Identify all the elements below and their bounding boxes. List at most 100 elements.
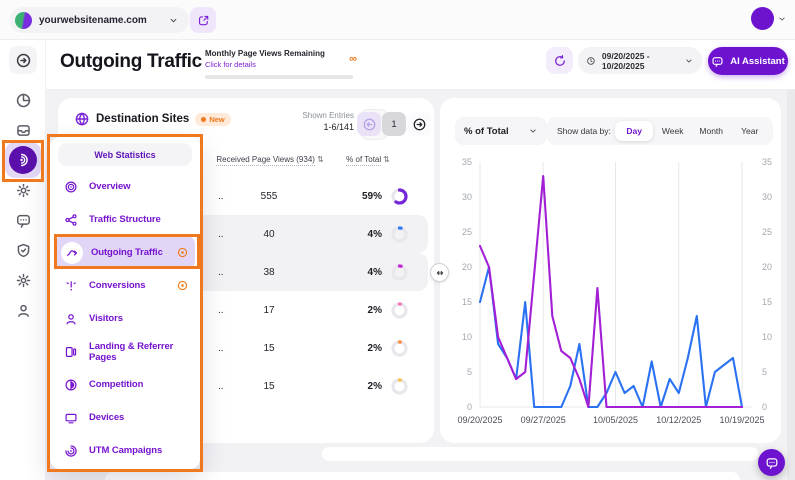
menu-list: Overview Traffic Structure Outgoing Traffi… (55, 170, 195, 467)
menu-item-visitors[interactable]: Visitors (55, 302, 195, 335)
menu-item-devices[interactable]: Devices (55, 401, 195, 434)
metric-selector[interactable]: % of Total (455, 117, 547, 145)
page-title: Outgoing Traffic (60, 51, 202, 73)
svg-text:35: 35 (762, 157, 772, 167)
website-name: yourwebsitename.com (39, 15, 147, 26)
percent-donut (390, 339, 409, 358)
svg-text:0: 0 (762, 402, 767, 412)
svg-text:5: 5 (467, 367, 472, 377)
goals-icon (15, 182, 32, 199)
svg-text:35: 35 (462, 157, 472, 167)
next-section-preview (105, 472, 740, 480)
percent-donut (390, 377, 409, 396)
svg-text:25: 25 (462, 227, 472, 237)
user-menu[interactable] (751, 7, 787, 30)
pct-of-total: 4% (328, 267, 382, 278)
rail-item-messages[interactable] (9, 206, 37, 234)
menu-item-competition[interactable]: Competition (55, 368, 195, 401)
rail-item-security[interactable] (9, 236, 37, 264)
rail-item-account[interactable] (9, 296, 37, 324)
menu-item-label: Traffic Structure (89, 214, 161, 225)
expand-sidebar-icon (15, 52, 32, 69)
menu-item-traffic-structure[interactable]: Traffic Structure (55, 203, 195, 236)
pct-of-total: 59% (328, 191, 382, 202)
rail-item-inbox[interactable] (9, 116, 37, 144)
column-received-page-views[interactable]: Received Page Views (934)⇅ (208, 155, 332, 164)
rail-item-statistics[interactable] (9, 86, 37, 114)
period-option-day[interactable]: Day (615, 121, 654, 141)
avatar (751, 7, 774, 30)
account-icon (15, 302, 32, 319)
open-website-button[interactable] (190, 7, 216, 33)
chart-panel: 09/20/202509/27/202510/05/202510/12/2025… (440, 98, 781, 443)
menu-item-label: Overview (89, 181, 130, 192)
support-chat-button[interactable] (758, 449, 785, 476)
svg-text:30: 30 (762, 192, 772, 202)
scrollbar[interactable] (787, 90, 795, 480)
menu-item-label: Competition (89, 379, 143, 390)
svg-text:09/20/2025: 09/20/2025 (457, 415, 502, 425)
conversions-icon (61, 276, 81, 296)
menu-header: Web Statistics (58, 143, 192, 166)
percent-donut (390, 301, 409, 320)
column-pct-of-total[interactable]: % of Total⇅ (334, 155, 402, 164)
topbar: yourwebsitename.com (0, 0, 795, 40)
overview-icon (61, 177, 81, 197)
chevron-down-icon (168, 15, 179, 26)
current-page[interactable]: 1 (382, 112, 406, 136)
received-page-views: 15 (210, 381, 328, 392)
quota-details-link[interactable]: Click for details (205, 60, 355, 69)
chevron-down-icon (684, 55, 694, 67)
next-page-button[interactable] (407, 112, 431, 136)
shown-entries: Shown Entries 1-6/141 (302, 111, 354, 132)
received-page-views: 40 (210, 229, 328, 240)
period-option-year[interactable]: Year (730, 121, 769, 141)
received-page-views: 555 (210, 191, 328, 202)
period-option-week[interactable]: Week (653, 121, 692, 141)
sort-icon: ⇅ (383, 155, 390, 164)
svg-text:09/27/2025: 09/27/2025 (521, 415, 566, 425)
rail-item-expand-sidebar[interactable] (9, 46, 37, 74)
date-range-picker[interactable]: 09/20/2025 - 10/20/2025 (578, 47, 702, 74)
rail-item-settings[interactable] (9, 266, 37, 294)
panel-resize-handle[interactable] (430, 263, 449, 282)
line-chart: 09/20/202509/27/202510/05/202510/12/2025… (440, 98, 781, 443)
received-page-views: 38 (210, 267, 328, 278)
chart-series-blue-line (480, 267, 742, 407)
page-header: Outgoing Traffic Monthly Page Views Rema… (46, 40, 795, 90)
prev-page-button[interactable] (357, 112, 381, 136)
clock-icon (586, 55, 596, 67)
menu-item-overview[interactable]: Overview (55, 170, 195, 203)
pct-of-total: 2% (328, 381, 382, 392)
menu-item-label: Conversions (89, 280, 145, 291)
outgoing-arrow-icon (61, 242, 83, 264)
landing-referrer-icon (61, 342, 81, 362)
period-option-month[interactable]: Month (692, 121, 731, 141)
menu-item-landing-referrer-pages[interactable]: Landing & Referrer Pages (55, 335, 195, 368)
ai-assistant-button[interactable]: AI Assistant (708, 47, 788, 75)
next-section-preview (322, 447, 758, 461)
new-badge: New (195, 113, 230, 126)
utm-campaigns-icon (61, 441, 81, 461)
menu-item-outgoing-traffic[interactable]: Outgoing Traffic (55, 236, 195, 269)
quota-label: Monthly Page Views Remaining (205, 49, 355, 58)
ai-assistant-label: AI Assistant (730, 56, 785, 67)
target-flag-icon (176, 279, 189, 292)
chat-bubble-icon (711, 55, 724, 68)
pct-of-total: 4% (328, 229, 382, 240)
menu-item-conversions[interactable]: Conversions (55, 269, 195, 302)
menu-item-label: Outgoing Traffic (91, 247, 163, 258)
website-selector[interactable]: yourwebsitename.com (10, 7, 189, 33)
date-range-value: 09/20/2025 - 10/20/2025 (602, 51, 678, 71)
arrow-right-circle-icon (412, 117, 427, 132)
rail-item-goals[interactable] (9, 176, 37, 204)
rail-item-outgoing-traffic[interactable] (5, 142, 41, 178)
pct-of-total: 2% (328, 305, 382, 316)
period-switcher: Show data by: DayWeekMonthYear (547, 117, 773, 145)
messages-icon (15, 212, 32, 229)
traffic-structure-icon (61, 210, 81, 230)
svg-text:20: 20 (762, 262, 772, 272)
menu-item-utm-campaigns[interactable]: UTM Campaigns (55, 434, 195, 467)
refresh-button[interactable] (546, 47, 573, 74)
outgoing-traffic-icon (9, 146, 37, 174)
